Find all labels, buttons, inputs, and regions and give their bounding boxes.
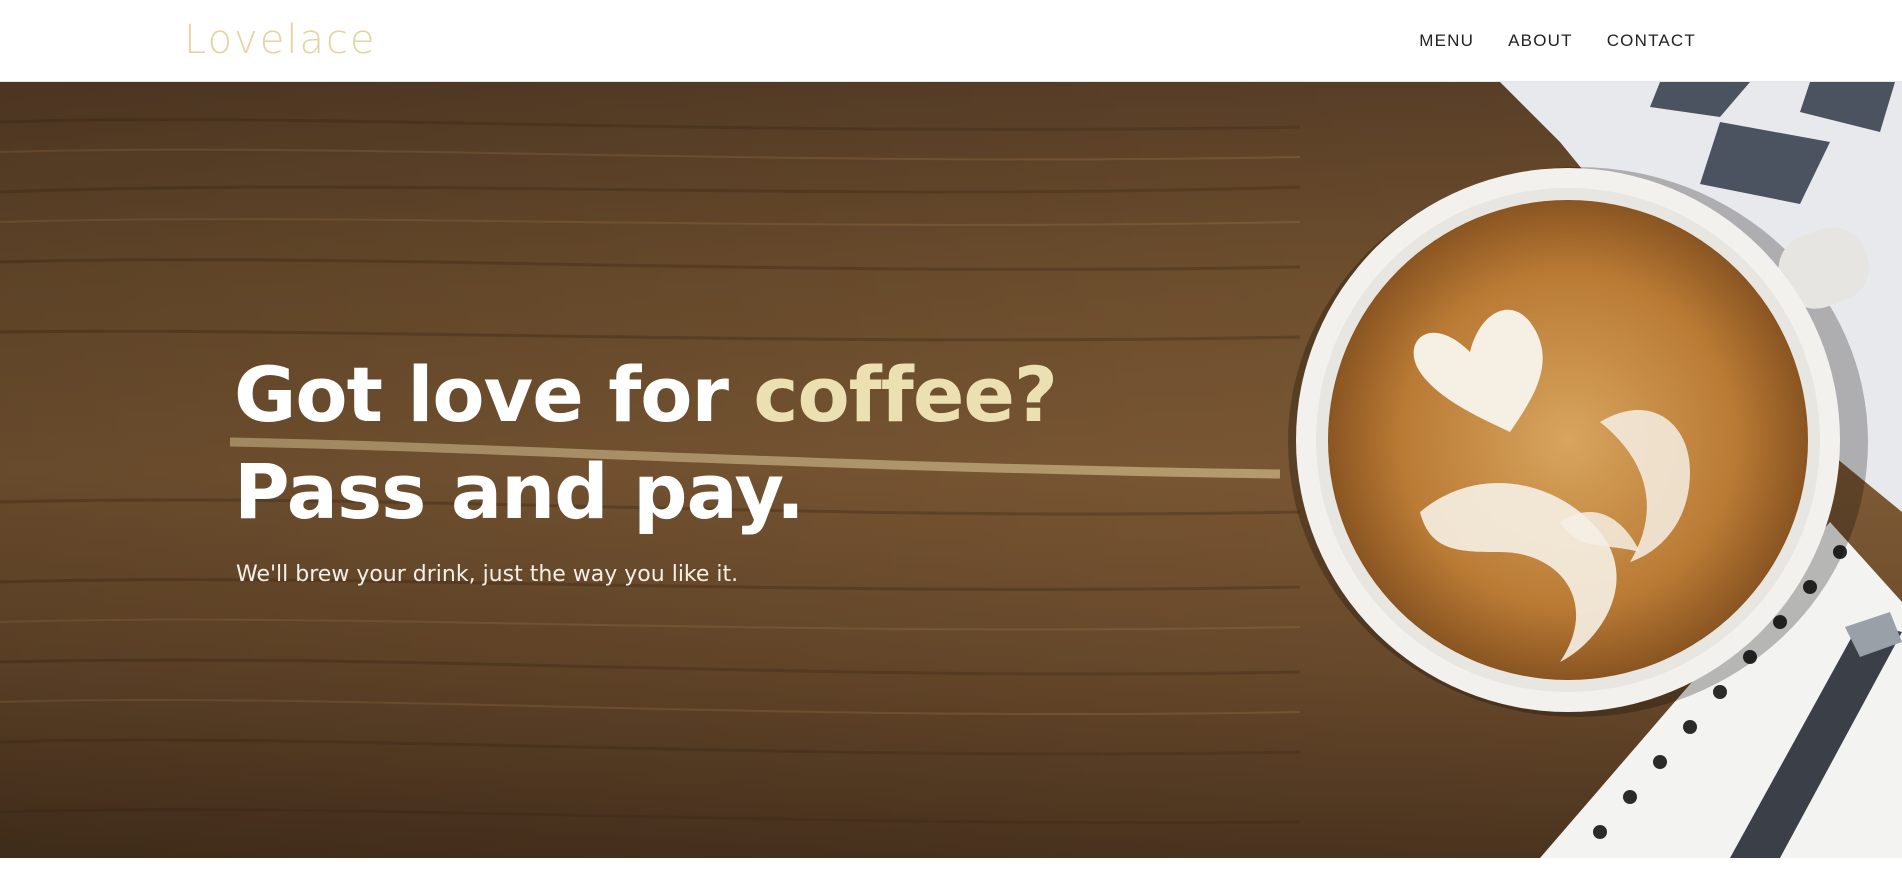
page-bottom-edge: [0, 858, 1902, 870]
nav-link-about[interactable]: ABOUT: [1508, 31, 1573, 51]
brand-logo[interactable]: Lovelace: [184, 14, 377, 66]
main-nav: MENU ABOUT CONTACT: [1419, 0, 1696, 82]
hero-headline: Got love for coffee? Pass and pay.: [234, 346, 1234, 540]
nav-link-menu[interactable]: MENU: [1419, 31, 1474, 51]
headline-part-2: Pass and pay.: [234, 447, 805, 536]
headline-accent: coffee?: [753, 350, 1058, 439]
hero-subtitle: We'll brew your drink, just the way you …: [236, 562, 739, 587]
headline-part-1: Got love for: [234, 350, 754, 439]
nav-link-contact[interactable]: CONTACT: [1607, 31, 1696, 51]
top-navbar: Lovelace MENU ABOUT CONTACT: [0, 0, 1902, 82]
hero-text-block: Got love for coffee? Pass and pay. We'll…: [234, 346, 1234, 587]
hero-section: Got love for coffee? Pass and pay. We'll…: [0, 82, 1902, 858]
